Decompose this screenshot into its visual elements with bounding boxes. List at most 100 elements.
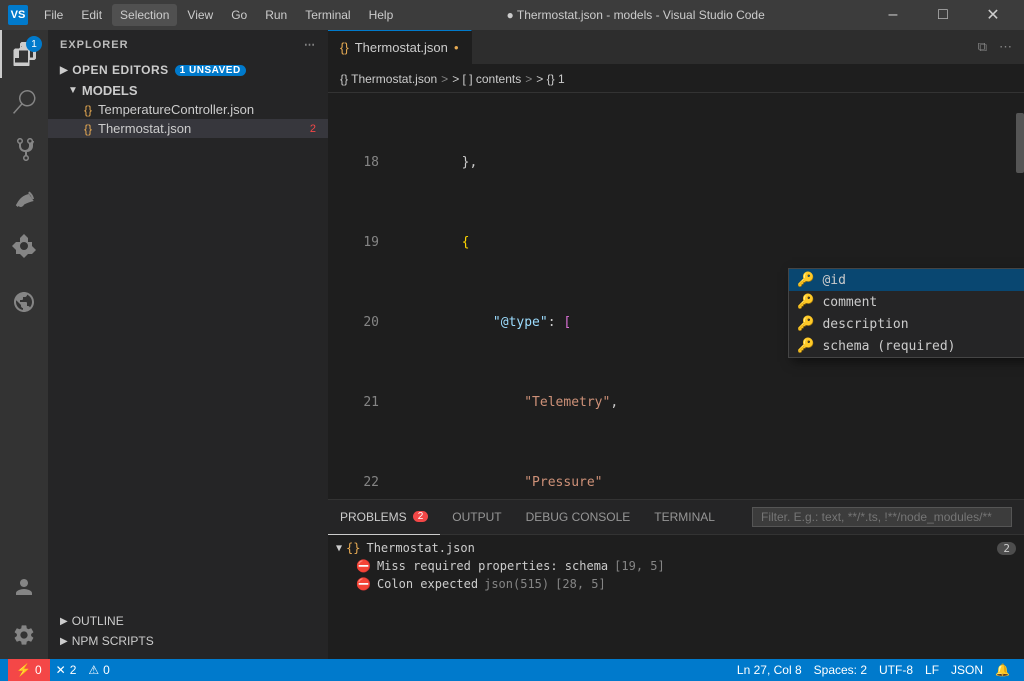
error-icon-2: ⛔	[356, 577, 371, 591]
tab-bar: {} Thermostat.json ● ⧉ ⋯	[328, 30, 1024, 65]
autocomplete-item-description[interactable]: 🔑 description	[789, 313, 1024, 335]
models-label: MODELS	[82, 83, 138, 98]
problem-text-1: Miss required properties: schema	[377, 559, 608, 573]
status-notifications[interactable]: 🔔	[989, 663, 1016, 677]
problems-badge: 2	[413, 511, 429, 522]
autocomplete-icon-comment: 🔑	[797, 294, 814, 310]
problem-item-2[interactable]: ⛔ Colon expected json(515) [28, 5]	[336, 575, 1016, 593]
panel-filter	[740, 507, 1024, 527]
breadcrumb-contents[interactable]: > [ ] contents	[452, 72, 521, 86]
status-cursor[interactable]: Ln 27, Col 8	[731, 663, 808, 677]
more-actions-button[interactable]: ⋯	[995, 37, 1016, 57]
file-thermostat[interactable]: {} Thermostat.json 2	[48, 119, 328, 138]
file-temperature-controller-name: TemperatureController.json	[98, 102, 254, 117]
models-header[interactable]: ▼ MODELS	[48, 81, 328, 100]
open-editors-chevron: ▶	[60, 65, 68, 76]
status-language[interactable]: JSON	[945, 663, 989, 677]
status-spaces[interactable]: Spaces: 2	[808, 663, 873, 677]
open-editors-badge: 1 UNSAVED	[175, 65, 246, 76]
activity-extensions[interactable]	[0, 222, 48, 270]
autocomplete-label-schema: schema (required)	[822, 339, 955, 354]
activity-settings[interactable]	[0, 611, 48, 659]
activity-run[interactable]	[0, 174, 48, 222]
activity-remote[interactable]	[0, 278, 48, 326]
tab-actions: ⧉ ⋯	[974, 37, 1024, 57]
panel-tab-problems[interactable]: PROBLEMS 2	[328, 500, 440, 535]
code-line-22: 22 "Pressure"	[344, 473, 1016, 493]
tab-thermostat-label: Thermostat.json	[355, 40, 448, 55]
menu-run[interactable]: Run	[257, 4, 295, 26]
problems-label: PROBLEMS	[340, 510, 407, 524]
explorer-badge: 1	[26, 36, 42, 52]
main-layout: 1 EXPLORER ⋯	[0, 30, 1024, 659]
outline-section[interactable]: ▶ OUTLINE	[48, 611, 328, 631]
panel-tabs: PROBLEMS 2 OUTPUT DEBUG CONSOLE TERMINAL	[328, 500, 1024, 535]
sidebar-header-actions: ⋯	[304, 38, 316, 51]
line-num-18: 18	[344, 153, 399, 173]
menu-file[interactable]: File	[36, 4, 71, 26]
sidebar-bottom: ▶ OUTLINE ▶ NPM SCRIPTS	[48, 603, 328, 659]
activity-source-control[interactable]	[0, 126, 48, 174]
status-remote[interactable]: ⚡ 0	[8, 659, 50, 681]
panel-tab-terminal[interactable]: TERMINAL	[642, 500, 727, 535]
sidebar-title: EXPLORER	[60, 39, 129, 51]
problem-file-thermostat[interactable]: ▼ {} Thermostat.json 2	[336, 539, 1016, 557]
autocomplete-item-comment[interactable]: 🔑 comment	[789, 291, 1024, 313]
line-num-19: 19	[344, 233, 399, 253]
minimize-button[interactable]: –	[870, 0, 916, 30]
open-editors-label: OPEN EDITORS	[72, 63, 168, 77]
line-num-20: 20	[344, 313, 399, 333]
status-errors[interactable]: ✕ 2	[50, 663, 83, 677]
status-warnings[interactable]: ⚠ 0	[82, 663, 115, 677]
panel-content: ▼ {} Thermostat.json 2 ⛔ Miss required p…	[328, 535, 1024, 659]
activity-search[interactable]	[0, 78, 48, 126]
tab-unsaved-dot: ●	[454, 43, 459, 52]
split-editor-button[interactable]: ⧉	[974, 37, 991, 57]
autocomplete-label-id: @id	[822, 273, 845, 288]
activity-accounts[interactable]	[0, 563, 48, 611]
menu-view[interactable]: View	[179, 4, 221, 26]
menu-selection[interactable]: Selection	[112, 4, 177, 26]
tab-thermostat[interactable]: {} Thermostat.json ●	[328, 30, 472, 65]
breadcrumb-sep-2: >	[525, 72, 532, 86]
line-num-21: 21	[344, 393, 399, 413]
status-encoding[interactable]: UTF-8	[873, 663, 919, 677]
menu-terminal[interactable]: Terminal	[297, 4, 358, 26]
menu-help[interactable]: Help	[361, 4, 402, 26]
status-eol[interactable]: LF	[919, 663, 945, 677]
npm-scripts-label: NPM SCRIPTS	[72, 634, 154, 648]
menu-go[interactable]: Go	[223, 4, 255, 26]
breadcrumb-file[interactable]: {} Thermostat.json	[340, 72, 437, 86]
autocomplete-icon-schema: 🔑	[797, 338, 814, 354]
code-editor[interactable]: 18 }, 19 { 20 "@type": [	[328, 93, 1024, 499]
breadcrumb-1[interactable]: > {} 1	[536, 72, 564, 86]
autocomplete-item-schema[interactable]: 🔑 schema (required)	[789, 335, 1024, 357]
close-button[interactable]: ✕	[970, 0, 1016, 30]
outline-chevron: ▶	[60, 616, 68, 627]
panel-tab-debug-console[interactable]: DEBUG CONSOLE	[514, 500, 643, 535]
sidebar-more-actions[interactable]: ⋯	[304, 38, 316, 51]
minimap-scroll[interactable]	[1016, 113, 1024, 173]
remote-label: 0	[35, 663, 42, 677]
npm-scripts-section[interactable]: ▶ NPM SCRIPTS	[48, 631, 328, 651]
models-section: ▼ MODELS {} TemperatureController.json {…	[48, 81, 328, 138]
titlebar-controls: – □ ✕	[870, 0, 1016, 30]
menu-bar: File Edit Selection View Go Run Terminal…	[36, 4, 401, 26]
panel-tab-output[interactable]: OUTPUT	[440, 500, 513, 535]
problem-item-1[interactable]: ⛔ Miss required properties: schema [19, …	[336, 557, 1016, 575]
activity-bar: 1	[0, 30, 48, 659]
maximize-button[interactable]: □	[920, 0, 966, 30]
open-editors-header[interactable]: ▶ OPEN EDITORS 1 UNSAVED	[48, 59, 328, 81]
editor-area: {} Thermostat.json ● ⧉ ⋯ {} Thermostat.j…	[328, 30, 1024, 659]
menu-edit[interactable]: Edit	[73, 4, 110, 26]
titlebar-left: VS File Edit Selection View Go Run Termi…	[8, 4, 401, 26]
problem-json-icon: {}	[346, 541, 360, 555]
autocomplete-icon-description: 🔑	[797, 316, 814, 332]
autocomplete-item-id[interactable]: 🔑 @id	[789, 269, 1024, 291]
filter-input[interactable]	[752, 507, 1012, 527]
open-editors-section: ▶ OPEN EDITORS 1 UNSAVED	[48, 59, 328, 81]
file-temperature-controller[interactable]: {} TemperatureController.json	[48, 100, 328, 119]
cursor-position: Ln 27, Col 8	[737, 663, 802, 677]
json-file-icon-2: {}	[84, 122, 92, 136]
activity-explorer[interactable]: 1	[0, 30, 48, 78]
